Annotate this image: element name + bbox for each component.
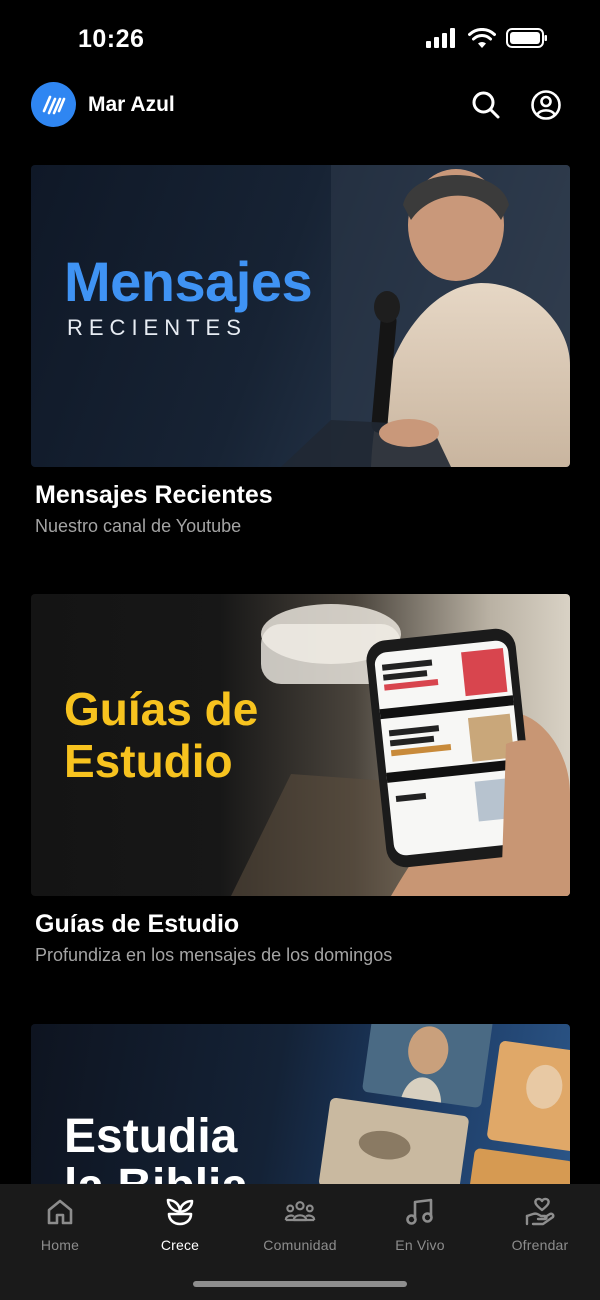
music-note-icon bbox=[406, 1198, 433, 1225]
giving-hand-icon bbox=[525, 1197, 555, 1226]
card-subtitle: Nuestro canal de Youtube bbox=[35, 516, 242, 536]
search-icon bbox=[472, 91, 500, 119]
profile-button[interactable] bbox=[529, 88, 563, 122]
card-image-heading: Guías de Estudio bbox=[64, 683, 259, 788]
home-icon bbox=[47, 1199, 73, 1225]
status-time: 10:26 bbox=[78, 25, 145, 53]
search-button[interactable] bbox=[469, 88, 503, 122]
card-image-heading: Mensajes bbox=[64, 250, 313, 313]
tab-ofrendar[interactable]: Ofrendar bbox=[480, 1196, 600, 1253]
card-guias-de-estudio[interactable]: Guías de Estudio Guías de Estudio Profun… bbox=[31, 594, 570, 966]
home-indicator[interactable] bbox=[193, 1281, 407, 1287]
sprout-icon bbox=[166, 1198, 194, 1226]
community-icon bbox=[284, 1201, 316, 1222]
card-mensajes-recientes[interactable]: Mensajes RECIENTES Mensajes Recientes Nu… bbox=[31, 165, 570, 537]
battery-icon bbox=[506, 28, 547, 48]
logo-mark bbox=[42, 95, 65, 114]
tab-crece[interactable]: Crece bbox=[120, 1196, 240, 1253]
card-image-guias[interactable]: Guías de Estudio bbox=[31, 594, 570, 896]
tab-label: Ofrendar bbox=[511, 1237, 569, 1253]
user-circle-icon bbox=[531, 90, 561, 120]
tab-comunidad[interactable]: Comunidad bbox=[240, 1196, 360, 1253]
card-title[interactable]: Mensajes Recientes bbox=[35, 481, 570, 510]
tab-home[interactable]: Home bbox=[0, 1196, 120, 1253]
tab-en-vivo[interactable]: En Vivo bbox=[360, 1196, 480, 1253]
app-name: Mar Azul bbox=[88, 93, 175, 116]
tab-label: Comunidad bbox=[263, 1237, 337, 1253]
tab-label: Home bbox=[40, 1237, 80, 1253]
tab-label: En Vivo bbox=[395, 1237, 445, 1253]
card-title[interactable]: Guías de Estudio bbox=[35, 910, 570, 939]
wave-logo-icon[interactable] bbox=[31, 82, 76, 127]
tab-label: Crece bbox=[160, 1237, 200, 1253]
card-image-heading-line1: Guías de bbox=[64, 683, 259, 735]
signal-icon bbox=[426, 28, 455, 48]
card-image-heading-line1: Estudia bbox=[64, 1110, 238, 1163]
card-estudia-la-biblia[interactable]: Estudia la Biblia bbox=[31, 1024, 570, 1184]
card-image-heading: Estudia la Biblia bbox=[64, 1110, 248, 1184]
card-image-subheading: RECIENTES bbox=[67, 315, 247, 340]
card-image-heading-line2: la Biblia bbox=[64, 1161, 248, 1184]
card-image-biblia[interactable]: Estudia la Biblia bbox=[31, 1024, 570, 1184]
status-icons bbox=[426, 28, 548, 48]
card-image-mensajes[interactable]: Mensajes RECIENTES bbox=[31, 165, 570, 467]
wifi-icon bbox=[468, 28, 496, 48]
card-image-heading-line2: Estudio bbox=[64, 734, 233, 787]
card-subtitle: Profundiza en los mensajes de los doming… bbox=[35, 945, 393, 965]
status-bar: 10:26 bbox=[0, 0, 600, 80]
app-header: Mar Azul bbox=[0, 80, 600, 136]
